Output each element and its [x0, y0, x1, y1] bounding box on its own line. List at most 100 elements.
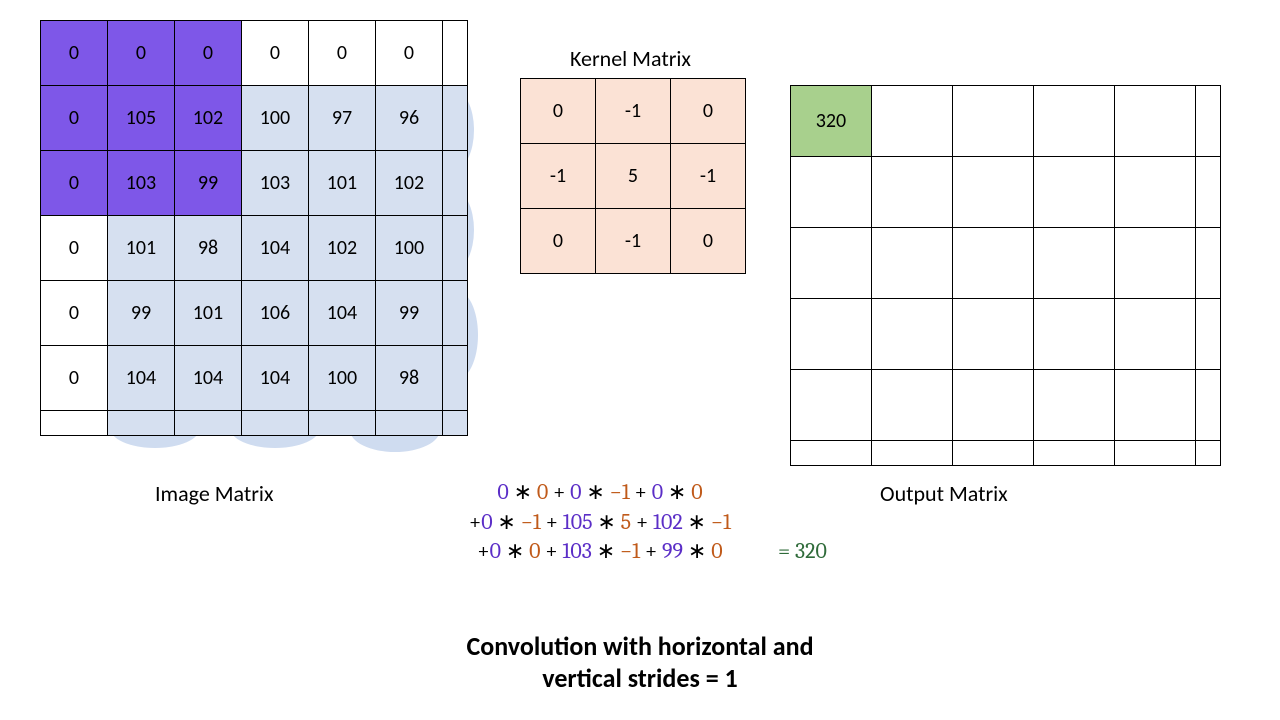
image-cell: 104 — [309, 281, 376, 346]
image-matrix: 0000000105102100979601039910310110201019… — [40, 20, 468, 436]
output-cell-partial — [872, 441, 953, 466]
eq-kernel-value: 0 — [691, 479, 702, 505]
output-cell — [1034, 370, 1115, 441]
output-cell — [791, 228, 872, 299]
eq-kernel-value: −1 — [620, 538, 640, 564]
eq-operator: ∗ — [663, 479, 691, 505]
kernel-cell: -1 — [596, 79, 671, 144]
eq-operator: ∗ — [509, 479, 537, 505]
output-cell — [953, 370, 1034, 441]
output-cell-partial — [791, 441, 872, 466]
kernel-cell: -1 — [521, 144, 596, 209]
eq-operator: + — [541, 509, 563, 535]
output-cell-partial — [1196, 370, 1221, 441]
output-cell — [872, 299, 953, 370]
output-cell — [1034, 86, 1115, 157]
output-cell — [791, 299, 872, 370]
eq-kernel-value: −1 — [711, 509, 731, 535]
image-cell-partial — [443, 411, 468, 436]
kernel-matrix-label: Kernel Matrix — [570, 45, 691, 72]
output-cell — [1115, 299, 1196, 370]
image-cell: 98 — [175, 216, 242, 281]
output-cell — [791, 157, 872, 228]
output-cell — [1115, 228, 1196, 299]
image-cell: 97 — [309, 86, 376, 151]
image-cell-partial — [242, 411, 309, 436]
eq-operator: + — [477, 538, 489, 564]
image-cell: 105 — [108, 86, 175, 151]
image-cell-partial — [108, 411, 175, 436]
image-cell-partial — [443, 21, 468, 86]
eq-operator: ∗ — [683, 509, 711, 535]
diagram-title: Convolution with horizontal and vertical… — [0, 630, 1280, 694]
output-cell-partial — [1196, 441, 1221, 466]
image-cell: 0 — [108, 21, 175, 86]
eq-operator: + — [631, 509, 653, 535]
image-cell: 0 — [41, 346, 108, 411]
output-matrix-label: Output Matrix — [880, 480, 1008, 507]
eq-image-value: 0 — [570, 479, 581, 505]
kernel-cell: 5 — [596, 144, 671, 209]
kernel-cell: -1 — [596, 209, 671, 274]
image-cell-partial — [443, 281, 468, 346]
title-line-2: vertical strides = 1 — [0, 662, 1280, 694]
eq-kernel-value: 0 — [711, 538, 722, 564]
output-cell-partial — [1034, 441, 1115, 466]
output-cell-partial — [1115, 441, 1196, 466]
eq-image-value: 0 — [652, 479, 663, 505]
eq-kernel-value: 0 — [537, 479, 548, 505]
image-cell: 0 — [41, 151, 108, 216]
image-cell: 100 — [376, 216, 443, 281]
output-cell — [1034, 157, 1115, 228]
equals-sign: = — [778, 538, 795, 564]
output-cell — [1115, 157, 1196, 228]
output-cell — [953, 299, 1034, 370]
image-cell: 103 — [242, 151, 309, 216]
image-cell: 0 — [242, 21, 309, 86]
eq-operator: + — [640, 538, 662, 564]
image-cell: 100 — [309, 346, 376, 411]
eq-operator: ∗ — [493, 509, 521, 535]
output-cell-partial — [1196, 86, 1221, 157]
convolution-equation: 0 ∗ 0 + 0 ∗ −1 + 0 ∗ 0+0 ∗ −1 + 105 ∗ 5 … — [430, 478, 770, 567]
output-cell — [953, 228, 1034, 299]
output-matrix: 320 — [790, 85, 1221, 466]
output-cell-partial — [1196, 228, 1221, 299]
image-matrix-label: Image Matrix — [155, 480, 274, 507]
result-value: 320 — [795, 538, 827, 564]
image-cell: 101 — [309, 151, 376, 216]
image-cell: 101 — [175, 281, 242, 346]
output-cell — [1115, 370, 1196, 441]
eq-operator: + — [630, 479, 652, 505]
eq-kernel-value: −1 — [610, 479, 630, 505]
image-cell: 99 — [175, 151, 242, 216]
eq-kernel-value: 0 — [529, 538, 540, 564]
image-cell: 104 — [242, 346, 309, 411]
output-cell-partial — [1196, 299, 1221, 370]
output-cell-partial — [1196, 157, 1221, 228]
eq-operator: ∗ — [592, 538, 620, 564]
eq-operator: + — [548, 479, 570, 505]
image-cell: 103 — [108, 151, 175, 216]
eq-operator: ∗ — [593, 509, 621, 535]
equation-result: = 320 — [778, 538, 827, 564]
eq-kernel-value: −1 — [521, 509, 541, 535]
eq-image-value: 102 — [653, 509, 683, 535]
title-line-1: Convolution with horizontal and — [0, 630, 1280, 662]
output-cell — [1115, 86, 1196, 157]
kernel-cell: -1 — [671, 144, 746, 209]
eq-image-value: 0 — [497, 479, 508, 505]
output-cell — [1034, 228, 1115, 299]
image-cell: 100 — [242, 86, 309, 151]
image-cell: 0 — [376, 21, 443, 86]
eq-image-value: 99 — [662, 538, 683, 564]
kernel-cell: 0 — [671, 209, 746, 274]
image-cell: 0 — [309, 21, 376, 86]
kernel-matrix: 0-10-15-10-10 — [520, 78, 746, 274]
image-cell-partial — [443, 151, 468, 216]
image-cell: 0 — [41, 216, 108, 281]
image-cell: 96 — [376, 86, 443, 151]
output-cell-partial — [953, 441, 1034, 466]
kernel-cell: 0 — [671, 79, 746, 144]
image-cell-partial — [443, 86, 468, 151]
